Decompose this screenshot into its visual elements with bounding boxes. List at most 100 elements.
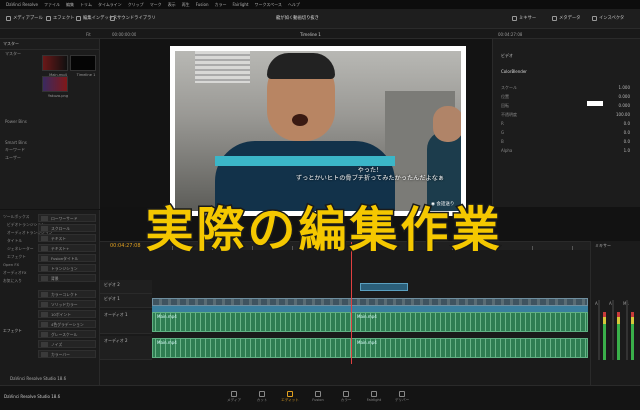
zoom-select[interactable]: Fit [86,32,91,37]
mixer-title: ミキサー [595,243,611,248]
bin-power[interactable]: Power Bins [0,118,99,125]
fx-item[interactable]: カラーバー [38,350,96,358]
inspector-button[interactable]: インスペクタ [592,15,624,21]
clip-v1[interactable] [152,298,588,306]
audio-clip-a2[interactable]: Main.mp4 Main.mp4 [152,338,588,358]
page-tab-edit[interactable]: エディット [278,391,302,403]
param-value[interactable]: 0.000 [619,94,630,99]
menu-help[interactable]: ヘルプ [288,2,300,8]
menu-mark[interactable]: マーク [150,2,162,8]
track-header-v2[interactable]: ビデオ 2 [100,280,152,294]
fx-item[interactable]: ソリッドカラー [38,300,96,308]
fx-category[interactable]: オーディオFX [3,270,27,276]
fx-item[interactable]: 背景 [38,274,96,282]
game-subtitle: やった！ ずっとかいヒトの骨ブチ折ってみたかったんだよなぁ [295,167,445,183]
app-version-label: DaVinci Resolve Studio 18.6 [10,376,67,381]
media-pool-button[interactable]: メディアプール [6,15,43,21]
param-label: 位置 [501,94,509,99]
character-mouth [292,114,308,126]
page-tab-fusion[interactable]: Fusion [306,391,330,402]
fx-category[interactable]: ジェネレーター [7,246,34,252]
metadata-button[interactable]: メタデータ [552,15,580,21]
page-tab-fairlight[interactable]: Fairlight [362,391,386,402]
param-value[interactable]: 0.000 [619,103,630,108]
color-swatch[interactable] [587,101,603,106]
sound-library-button[interactable]: サウンドライブラリ [110,15,156,21]
page-tab-media[interactable]: メディア [222,391,246,403]
param-label: 回転 [501,103,509,108]
bin-smart[interactable]: Smart Bins [0,139,99,146]
clip-v2[interactable] [360,283,408,291]
track-header-a2[interactable]: オーディオ 2 [100,336,152,360]
menu-color[interactable]: カラー [214,2,226,8]
param-value[interactable]: 0.0 [624,121,630,126]
menu-trim[interactable]: トリム [80,2,92,8]
fx-item[interactable]: 4色グラデーション [38,320,96,328]
fx-item[interactable]: 10ポイント [38,310,96,318]
timeline-name[interactable]: Timeline 1 [300,32,321,37]
param-label: Alpha [501,148,513,153]
menu-clip[interactable]: クリップ [128,2,144,8]
page-tab-color[interactable]: カラー [334,391,358,403]
menu-bar: DaVinci Resolve ファイル 編集 トリム タイムライン クリップ … [0,0,640,9]
mixer-button[interactable]: ミキサー [512,15,536,21]
list-icon [76,15,81,21]
fairlight-page-icon [371,391,377,397]
effects-icon [46,15,51,21]
playhead[interactable] [351,242,352,364]
fx-category[interactable]: ツールボックス [3,214,29,220]
audio-clip-a1[interactable]: Main.mp4 Main.mp4 [152,312,588,332]
page-tab-cut[interactable]: カット [250,391,274,403]
fx-item[interactable]: ノイズ [38,340,96,348]
param-label: スケール [501,85,517,90]
menu-edit[interactable]: 編集 [66,2,74,8]
bin-users[interactable]: ユーザー [0,154,99,162]
fx-item[interactable]: Fusionタイトル [38,254,96,262]
fx-category[interactable]: Open FX [3,262,19,267]
meter-a2 [617,312,620,360]
param-value[interactable]: 0.0 [624,139,630,144]
fader-a2[interactable] [612,300,614,360]
menu-fairlight[interactable]: Fairlight [232,2,248,7]
menu-workspace[interactable]: ワークスペース [255,2,282,8]
param-value[interactable]: 1.000 [619,85,630,90]
inspector-tab-video[interactable]: ビデオ [501,53,513,59]
fx-category[interactable]: エフェクト [7,254,26,260]
track-header-a1[interactable]: オーディオ 1 [100,310,152,334]
menu-app[interactable]: DaVinci Resolve [6,2,38,7]
track-header-v1[interactable]: ビデオ 1 [100,294,152,308]
ceiling-vent [195,51,250,83]
menu-timeline[interactable]: タイムライン [98,2,122,8]
clip-thumb[interactable]: Main.mp4 [42,55,68,77]
top-toolbar: メディアプール エフェクト 編集インデックス サウンドライブラリ 龍が如く動画切… [0,9,640,29]
fx-category[interactable]: タイトル [7,238,22,244]
bin-keywords[interactable]: キーワード [0,146,99,154]
overlay-title: 実際の編集作業 [144,201,503,260]
menu-view[interactable]: 表示 [168,2,176,8]
inspector-section-title[interactable]: ColorBlender [501,69,527,74]
menu-fusion[interactable]: Fusion [196,2,209,7]
clip-thumb[interactable]: Timeline 1 [70,55,96,77]
fx-item[interactable]: トランジション [38,264,96,272]
effects-button[interactable]: エフェクト [46,15,74,21]
fx-item[interactable]: カラーコレクト [38,290,96,298]
menu-playback[interactable]: 再生 [182,2,190,8]
fx-item[interactable]: テキスト [38,234,96,242]
fx-item[interactable]: テキスト+ [38,244,96,252]
video-preview[interactable]: やった！ ずっとかいヒトの骨ブチ折ってみたかったんだよなぁ ◉ 会話送り [175,51,461,211]
fx-item[interactable]: ローワーサード [38,214,96,222]
param-value[interactable]: 100.00 [616,112,630,117]
fader-a1[interactable] [598,300,600,360]
menu-file[interactable]: ファイル [44,2,60,8]
fx-category[interactable]: お気に入り [3,278,22,284]
edit-page-icon [287,391,293,397]
clip-thumb[interactable]: Yakuza.png [42,76,68,98]
fader-master[interactable] [626,300,628,360]
param-value[interactable]: 1.0 [624,148,630,153]
page-tab-deliver[interactable]: デリバー [390,391,414,403]
character-hair [267,53,335,79]
fx-item[interactable]: グレースケール [38,330,96,338]
shirt-stripe [215,156,395,166]
param-value[interactable]: 0.0 [624,130,630,135]
fx-item[interactable]: スクロール [38,224,96,232]
